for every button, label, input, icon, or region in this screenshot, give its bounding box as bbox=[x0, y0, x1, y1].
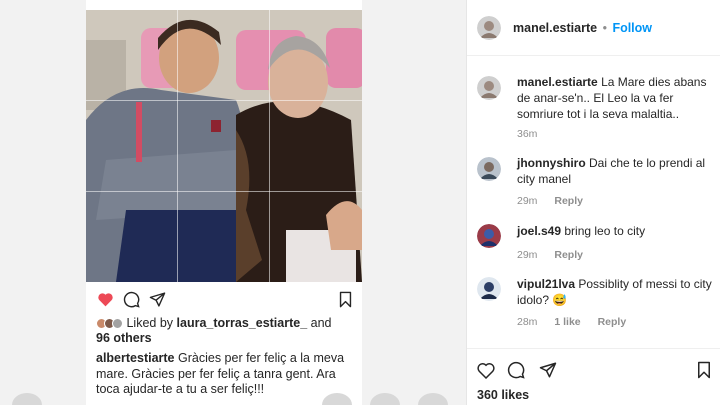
comment-time[interactable]: 29m bbox=[517, 249, 537, 261]
post-actions bbox=[96, 289, 354, 309]
liker-avatars bbox=[96, 318, 123, 330]
post-caption: albertestiarte Gràcies per fer feliç a l… bbox=[96, 351, 358, 398]
header-username[interactable]: manel.estiarte bbox=[513, 21, 597, 35]
caption-username[interactable]: albertestiarte bbox=[96, 351, 175, 365]
share-icon[interactable] bbox=[539, 361, 557, 379]
mobile-post: Liked by laura_torras_estiarte_ and 96 o… bbox=[86, 0, 362, 405]
comment-avatar[interactable] bbox=[477, 224, 501, 248]
comment-time[interactable]: 36m bbox=[517, 128, 537, 140]
comment-username[interactable]: jhonnyshiro bbox=[517, 156, 586, 170]
comment-avatar[interactable] bbox=[477, 76, 501, 100]
comment-username[interactable]: manel.estiarte bbox=[517, 75, 598, 89]
comment-time[interactable]: 29m bbox=[517, 195, 537, 207]
comment-likes[interactable]: 1 like bbox=[554, 316, 580, 328]
likes-summary: Liked by laura_torras_estiarte_ and 96 o… bbox=[96, 316, 358, 346]
comment-meta: 29m Reply bbox=[517, 247, 583, 263]
heart-icon[interactable] bbox=[96, 290, 114, 308]
reply-button[interactable]: Reply bbox=[554, 249, 583, 261]
comment-body: joel.s49 bring leo to city bbox=[517, 223, 717, 239]
comments-panel: manel.estiarte • Follow manel.estiarte L… bbox=[466, 0, 720, 405]
panel-header: manel.estiarte • Follow bbox=[467, 0, 720, 56]
liked-by-user-link[interactable]: laura_torras_estiarte_ bbox=[177, 316, 308, 330]
reply-button[interactable]: Reply bbox=[554, 195, 583, 207]
comment-body: vipul21lva Possiblity of messi to city i… bbox=[517, 276, 717, 308]
likes-count[interactable]: 360 likes bbox=[477, 388, 529, 402]
likes-prefix: Liked by bbox=[126, 316, 174, 330]
reply-button[interactable]: Reply bbox=[598, 316, 627, 328]
instagram-post-composite: Liked by laura_torras_estiarte_ and 96 o… bbox=[0, 0, 720, 405]
comment-meta: 29m Reply bbox=[517, 193, 583, 209]
comment-username[interactable]: joel.s49 bbox=[517, 224, 561, 238]
share-icon[interactable] bbox=[148, 290, 166, 308]
comment-icon[interactable] bbox=[122, 290, 140, 308]
post-photo[interactable] bbox=[86, 10, 362, 282]
comment-time[interactable]: 28m bbox=[517, 316, 537, 328]
follow-button[interactable]: Follow bbox=[612, 21, 652, 35]
panel-footer: 360 likes bbox=[467, 348, 720, 405]
comment-body: jhonnyshiro Dai che te lo prendi al city… bbox=[517, 155, 717, 187]
comment-icon[interactable] bbox=[507, 361, 525, 379]
heart-icon[interactable] bbox=[477, 361, 495, 379]
likes-others-link[interactable]: 96 others bbox=[96, 331, 152, 345]
header-avatar[interactable] bbox=[477, 16, 501, 40]
bookmark-icon[interactable] bbox=[336, 290, 354, 308]
comment-body: manel.estiarte La Mare dies abans de ana… bbox=[517, 74, 717, 122]
likes-and: and bbox=[310, 316, 332, 330]
post-photo-illustration bbox=[86, 10, 362, 282]
bookmark-icon[interactable] bbox=[695, 361, 713, 379]
header-dot: • bbox=[602, 21, 607, 35]
comment-username[interactable]: vipul21lva bbox=[517, 277, 575, 291]
comment-meta: 36m bbox=[517, 126, 537, 142]
comment-meta: 28m 1 like Reply bbox=[517, 314, 626, 330]
comment-text: bring leo to city bbox=[564, 224, 646, 238]
comment-avatar[interactable] bbox=[477, 277, 501, 301]
comment-avatar[interactable] bbox=[477, 157, 501, 181]
